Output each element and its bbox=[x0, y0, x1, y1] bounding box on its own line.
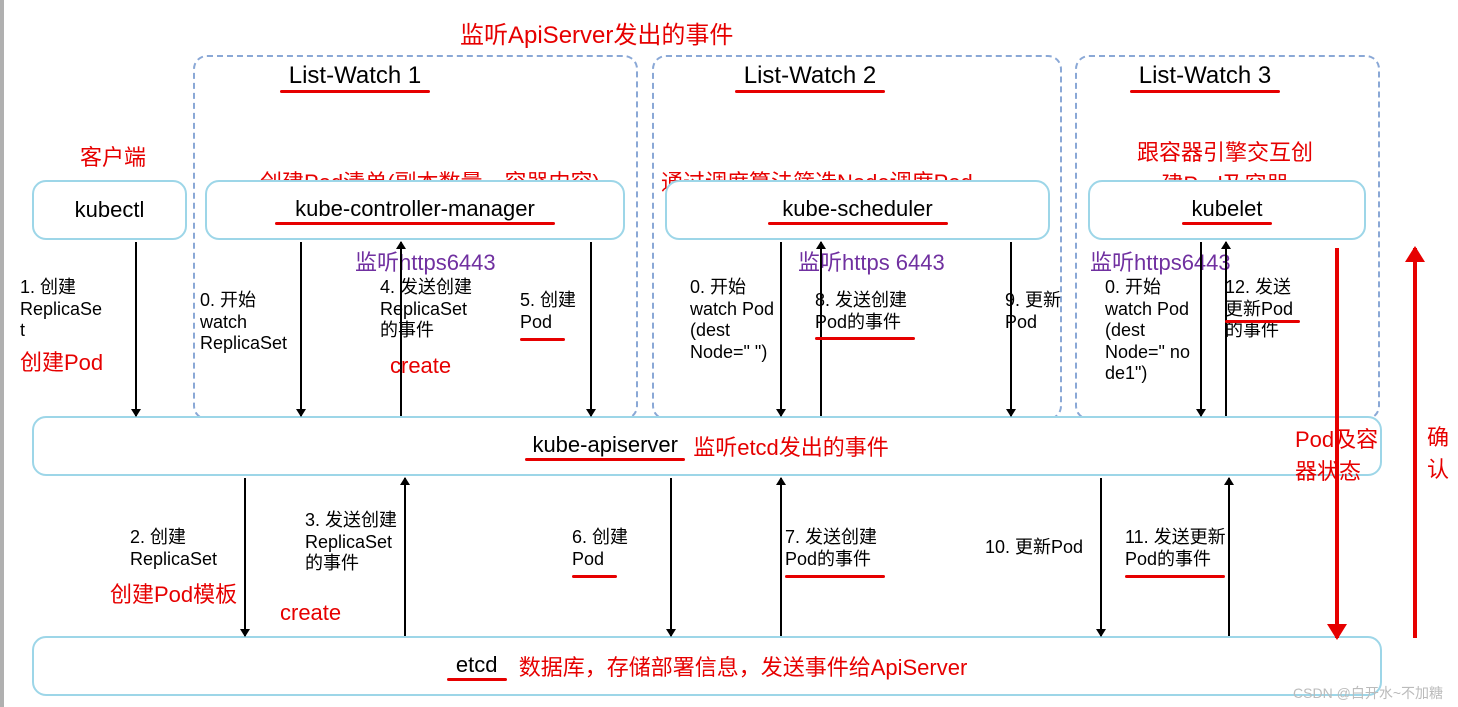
kubelet-box: kubelet bbox=[1088, 180, 1366, 240]
list-watch-2-label: List-Watch 2 bbox=[735, 62, 885, 93]
note-create-pod-template: 创建Pod模板 bbox=[110, 577, 237, 609]
step-0b: 0. 开始 watch Pod (dest Node=" ") bbox=[690, 277, 774, 363]
step-2: 2. 创建 ReplicaSet bbox=[130, 527, 217, 570]
kubectl-box: kubectl bbox=[32, 180, 187, 240]
apiserver-desc: 监听etcd发出的事件 bbox=[693, 430, 889, 462]
step-5: 5. 创建 Pod bbox=[520, 290, 576, 333]
kcm-name: kube-controller-manager bbox=[295, 196, 535, 221]
arrow-s6 bbox=[670, 478, 672, 636]
arrow-s7 bbox=[780, 478, 782, 636]
step-8: 8. 发送创建 Pod的事件 bbox=[815, 290, 907, 333]
etcd-name: etcd bbox=[456, 652, 498, 677]
arrow-s0c bbox=[1200, 242, 1202, 416]
step-0c: 0. 开始 watch Pod (dest Node=" no de1") bbox=[1105, 277, 1190, 385]
step-4: 4. 发送创建 ReplicaSet 的事件 bbox=[380, 277, 472, 342]
arrow-s2 bbox=[244, 478, 246, 636]
watermark: CSDN @白开水~不加糖 bbox=[1293, 683, 1443, 703]
list-watch-3-label: List-Watch 3 bbox=[1130, 62, 1280, 93]
apiserver-box: kube-apiserver 监听etcd发出的事件 bbox=[32, 416, 1382, 476]
step-1: 1. 创建 ReplicaSe t bbox=[20, 277, 102, 342]
arrow-s10 bbox=[1100, 478, 1102, 636]
underline-s11 bbox=[1125, 575, 1225, 578]
underline-pod-5 bbox=[520, 338, 565, 341]
top-title: 监听ApiServer发出的事件 bbox=[460, 15, 733, 50]
step-11: 11. 发送更新 Pod的事件 bbox=[1125, 527, 1226, 570]
note-create-pod-1: 创建Pod bbox=[20, 345, 103, 377]
kubectl-text: kubectl bbox=[75, 197, 145, 223]
note-create-2: create bbox=[280, 600, 341, 626]
arrow-s11 bbox=[1228, 478, 1230, 636]
kubelet-listen: 监听https6443 bbox=[1090, 245, 1231, 277]
step-12: 12. 发送 更新Pod 的事件 bbox=[1225, 277, 1293, 342]
kcm-box: kube-controller-manager bbox=[205, 180, 625, 240]
arrow-s1 bbox=[135, 242, 137, 416]
kubelet-name: kubelet bbox=[1192, 196, 1263, 221]
underline-s12 bbox=[1225, 320, 1300, 323]
etcd-desc: 数据库，存储部署信息，发送事件给ApiServer bbox=[519, 650, 968, 682]
arrow-s3 bbox=[404, 478, 406, 636]
underline-pod-6 bbox=[572, 575, 617, 578]
kcm-listen: 监听https6443 bbox=[355, 245, 496, 277]
pod-status-label: Pod及容 器状态 bbox=[1295, 422, 1378, 486]
red-arrow-confirm bbox=[1413, 248, 1417, 638]
confirm-label: 确 认 bbox=[1427, 420, 1449, 484]
etcd-box: etcd 数据库，存储部署信息，发送事件给ApiServer bbox=[32, 636, 1382, 696]
step-3: 3. 发送创建 ReplicaSet 的事件 bbox=[305, 510, 397, 575]
step-9: 9. 更新 Pod bbox=[1005, 290, 1061, 333]
step-7: 7. 发送创建 Pod的事件 bbox=[785, 527, 877, 570]
client-label: 客户端 bbox=[80, 140, 146, 172]
ksched-box: kube-scheduler bbox=[665, 180, 1050, 240]
apiserver-name: kube-apiserver bbox=[532, 432, 678, 457]
underline-s7 bbox=[785, 575, 885, 578]
underline-s8 bbox=[815, 337, 915, 340]
ksched-name: kube-scheduler bbox=[782, 196, 932, 221]
arrow-s0a bbox=[300, 242, 302, 416]
list-watch-1-label: List-Watch 1 bbox=[280, 62, 430, 93]
arrow-s0b bbox=[780, 242, 782, 416]
arrow-s5 bbox=[590, 242, 592, 416]
step-10: 10. 更新Pod bbox=[985, 537, 1083, 559]
step-6: 6. 创建 Pod bbox=[572, 527, 628, 570]
note-create-1: create bbox=[390, 353, 451, 379]
step-0a: 0. 开始 watch ReplicaSet bbox=[200, 290, 287, 355]
